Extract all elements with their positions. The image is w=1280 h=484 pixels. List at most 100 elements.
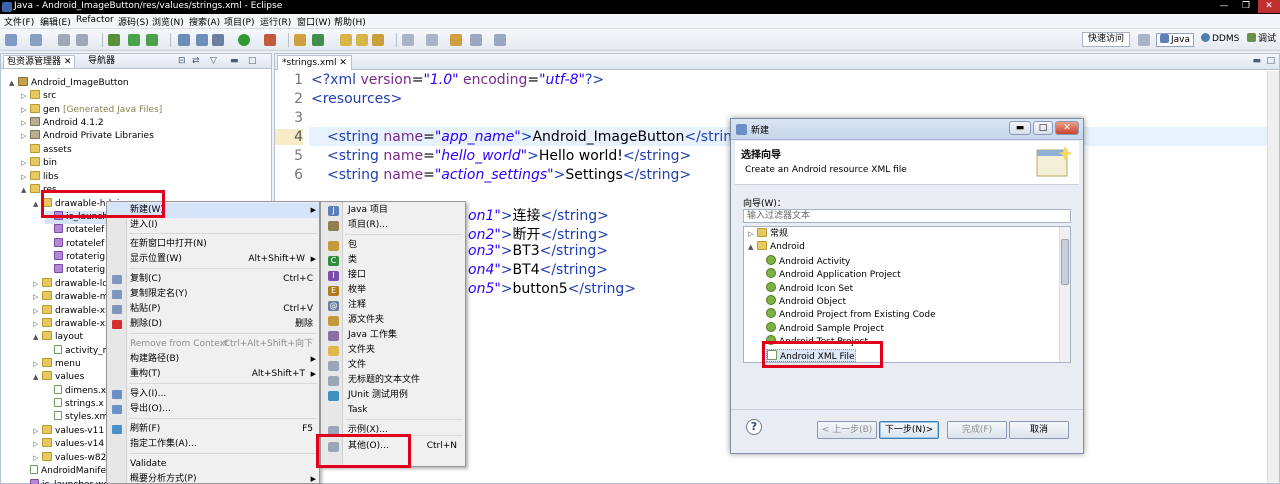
- collapsed-arrow-icon[interactable]: ▷: [21, 104, 30, 117]
- forward-icon[interactable]: [494, 34, 506, 46]
- wizard-item-android[interactable]: ▲ Android: [748, 241, 805, 254]
- menu-edit[interactable]: 编辑(E): [40, 15, 71, 28]
- code-line-partial[interactable]: on1">连接</string>: [468, 205, 609, 225]
- menu-navigate[interactable]: 浏览(N): [152, 15, 184, 28]
- perspective-ddms[interactable]: DDMS: [1198, 33, 1242, 47]
- save-all-icon[interactable]: [58, 34, 70, 46]
- last-edit-icon[interactable]: [450, 34, 462, 46]
- tree-item-src[interactable]: ▷ src: [21, 90, 56, 103]
- wizard-item-item[interactable]: ▷ 常规: [748, 228, 788, 241]
- menu-item-remove-from-context[interactable]: Remove from Context Ctrl+Alt+Shift+向下: [107, 337, 319, 352]
- collapsed-arrow-icon[interactable]: ▷: [33, 318, 42, 331]
- next-button[interactable]: 下一步(N)>: [879, 421, 939, 439]
- wizard-filter-input[interactable]: 输入过滤器文本: [743, 209, 1071, 223]
- submenu-item-item[interactable]: C类: [321, 253, 465, 268]
- tree-item-values-v11[interactable]: ▷ values-v11: [33, 425, 104, 438]
- tree-item-dimens-x[interactable]: dimens.x: [45, 385, 106, 398]
- wizard-item-android-activity[interactable]: Android Activity: [766, 254, 850, 268]
- maximize-editor-icon[interactable]: □: [1266, 56, 1275, 66]
- open-perspective-icon[interactable]: [1138, 34, 1150, 46]
- wizard-item-android-application-project[interactable]: Android Application Project: [766, 268, 901, 281]
- collapsed-arrow-icon[interactable]: ▷: [21, 130, 30, 143]
- submenu-item-item[interactable]: E 枚举: [321, 283, 465, 298]
- new-icon[interactable]: [5, 34, 17, 46]
- wizard-item-android-icon-set[interactable]: Android Icon Set: [766, 281, 853, 295]
- cancel-button[interactable]: 取消: [1009, 421, 1069, 439]
- maximize-icon[interactable]: ❐: [1236, 0, 1256, 13]
- tree-item-androidmanife[interactable]: AndroidManife: [21, 465, 106, 478]
- debug-icon[interactable]: [108, 34, 120, 46]
- menu-search[interactable]: 搜索(A): [189, 15, 220, 28]
- menu-source[interactable]: 源码(S): [118, 15, 149, 28]
- dialog-minimize-icon[interactable]: ▬: [1009, 121, 1031, 135]
- tree-item-libs[interactable]: ▷ libs: [21, 171, 58, 184]
- menu-item-validate[interactable]: Validate: [107, 457, 319, 472]
- tree-item-rotatelef[interactable]: rotatelef: [45, 224, 104, 237]
- submenu-item-item[interactable]: 文件夹: [321, 343, 465, 358]
- open-type-icon[interactable]: [340, 34, 352, 46]
- code-line-partial[interactable]: on5">button5</string>: [468, 281, 636, 297]
- wizard-tree-scrollbar[interactable]: [1059, 227, 1070, 362]
- save-icon[interactable]: [30, 34, 42, 46]
- menu-item-o[interactable]: 导出(O)...: [107, 402, 319, 417]
- collapsed-arrow-icon[interactable]: ▷: [21, 117, 30, 130]
- tree-item-layout[interactable]: ▲ layout: [33, 331, 83, 344]
- view-menu-icon[interactable]: ▽: [207, 55, 220, 68]
- submenu-item-java[interactable]: Java 工作集: [321, 328, 465, 343]
- next-annotation-icon[interactable]: [402, 34, 414, 46]
- code-line-4[interactable]: <string name="app_name">Android_ImageBut…: [327, 129, 741, 145]
- wizard-item-android-sample-project[interactable]: Android Sample Project: [766, 321, 884, 335]
- menu-help[interactable]: 帮助(H): [334, 15, 366, 28]
- menu-item-a[interactable]: 指定工作集(A)...: [107, 437, 319, 452]
- collapsed-arrow-icon[interactable]: ▷: [33, 438, 42, 451]
- tab-strings-xml[interactable]: *strings.xml ✕: [277, 55, 352, 70]
- tree-item-rotatelef[interactable]: rotatelef: [45, 238, 104, 251]
- tree-item-drawable-ld[interactable]: ▷ drawable-ld: [33, 278, 108, 291]
- collapsed-arrow-icon[interactable]: ▷: [21, 171, 30, 184]
- quick-access-input[interactable]: 快速访问: [1082, 32, 1130, 47]
- tree-item-values-v14[interactable]: ▷ values-v14: [33, 438, 104, 451]
- print-icon[interactable]: [76, 34, 88, 46]
- menu-item-n[interactable]: 在新窗口中打开(N): [107, 237, 319, 252]
- collapsed-arrow-icon[interactable]: ▷: [33, 425, 42, 438]
- tree-item-rotaterig[interactable]: rotaterig: [45, 264, 105, 277]
- tab-package-explorer[interactable]: 包资源管理器 ✕: [3, 55, 76, 68]
- expanded-arrow-icon[interactable]: ▲: [748, 241, 757, 254]
- collapsed-arrow-icon[interactable]: ▷: [33, 291, 42, 304]
- search-icon[interactable]: [372, 34, 384, 46]
- menu-item-t[interactable]: 重构(T) Alt+Shift+T ▶: [107, 367, 319, 382]
- back-button[interactable]: < 上一步(B): [817, 421, 877, 439]
- collapsed-arrow-icon[interactable]: ▷: [33, 358, 42, 371]
- close-icon[interactable]: ✕: [1258, 0, 1280, 13]
- collapsed-arrow-icon[interactable]: ▷: [33, 305, 42, 318]
- menu-item-i[interactable]: 导入(I)...: [107, 387, 319, 402]
- perspective-java[interactable]: Java: [1156, 33, 1195, 47]
- debug-run-icon[interactable]: [212, 34, 224, 46]
- dialog-maximize-icon[interactable]: □: [1033, 121, 1053, 135]
- prev-annotation-icon[interactable]: [426, 34, 438, 46]
- menu-item-b[interactable]: 构建路径(B) ▶: [107, 352, 319, 367]
- wizard-tree-scroll-thumb[interactable]: [1061, 239, 1069, 285]
- code-line-5[interactable]: <string name="hello_world">Hello world!<…: [327, 148, 691, 164]
- tree-item-rotaterig[interactable]: rotaterig: [45, 251, 105, 264]
- menu-item-f[interactable]: 刷新(F) F5: [107, 422, 319, 437]
- submenu-item-item[interactable]: 文件: [321, 358, 465, 373]
- back-icon[interactable]: [470, 34, 482, 46]
- new-type-icon[interactable]: [312, 34, 324, 46]
- new-class-icon[interactable]: [294, 34, 306, 46]
- submenu-item-item[interactable]: @ 注释: [321, 298, 465, 313]
- menu-project[interactable]: 项目(P): [224, 15, 254, 28]
- menu-window[interactable]: 窗口(W): [297, 15, 331, 28]
- collapsed-arrow-icon[interactable]: ▷: [33, 278, 42, 291]
- menu-refactor[interactable]: Refactor: [76, 15, 114, 25]
- tree-item-android-4-1-2[interactable]: ▷ Android 4.1.2: [21, 117, 104, 130]
- tree-item-assets[interactable]: assets: [21, 144, 72, 157]
- submenu-item-java[interactable]: J Java 项目: [321, 203, 465, 218]
- expanded-arrow-icon[interactable]: ▲: [33, 331, 42, 344]
- code-line-partial[interactable]: on4">BT4</string>: [468, 262, 608, 278]
- expanded-arrow-icon[interactable]: ▲: [21, 184, 30, 197]
- expanded-arrow-icon[interactable]: ▲: [33, 371, 42, 384]
- collapsed-arrow-icon[interactable]: ▷: [21, 90, 30, 103]
- tree-item-bin[interactable]: ▷ bin: [21, 157, 57, 170]
- new-android-icon[interactable]: [196, 34, 208, 46]
